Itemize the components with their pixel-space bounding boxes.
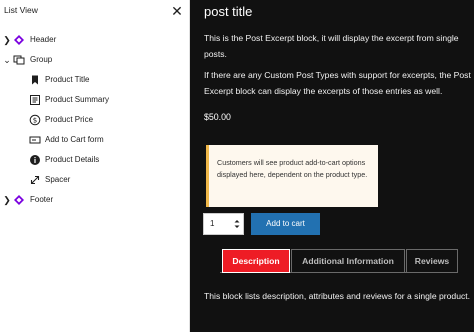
list-item-label: Product Summary — [45, 95, 110, 104]
price-icon: $ — [29, 114, 41, 126]
list-item-label: Footer — [30, 195, 54, 204]
chevron-down-icon[interactable]: ⌄ — [2, 54, 12, 66]
template-part-icon — [14, 35, 24, 45]
close-icon[interactable]: ✕ — [170, 4, 184, 18]
quantity-input[interactable]: 1 — [203, 213, 244, 235]
list-item-spacer[interactable]: Spacer — [0, 170, 186, 190]
product-price: $50.00 — [204, 112, 231, 122]
list-item-label: Add to Cart form — [45, 135, 104, 144]
spacer-icon — [30, 175, 40, 185]
list-item-product-summary[interactable]: Product Summary — [0, 90, 186, 110]
notice-text: Customers will see product add-to-cart o… — [217, 158, 368, 179]
add-to-cart-button[interactable]: Add to cart — [251, 213, 320, 235]
list-item-group[interactable]: ⌄ Group — [0, 50, 186, 70]
tab-description[interactable]: Description — [222, 249, 290, 273]
chevron-right-icon[interactable]: ❯ — [2, 34, 12, 46]
list-view-header: List View ✕ — [0, 0, 190, 22]
bookmark-icon — [32, 75, 38, 85]
add-to-cart-notice: Customers will see product add-to-cart o… — [206, 145, 378, 207]
tab-additional-information[interactable]: Additional Information — [291, 249, 405, 273]
list-item-label: Group — [30, 55, 53, 64]
list-item-label: Spacer — [45, 175, 71, 184]
summary-icon — [30, 95, 40, 105]
editor-canvas: post title This is the Post Excerpt bloc… — [190, 0, 474, 332]
list-item-product-details[interactable]: Product Details — [0, 150, 186, 170]
tab-content: This block lists description, attributes… — [204, 291, 471, 301]
post-excerpt-paragraph[interactable]: If there are any Custom Post Types with … — [204, 68, 472, 99]
cart-form-icon — [29, 136, 41, 144]
svg-text:$: $ — [33, 117, 37, 125]
list-item-label: Product Price — [45, 115, 94, 124]
list-item-label: Header — [30, 35, 57, 44]
list-item-add-to-cart-form[interactable]: Add to Cart form — [0, 130, 186, 150]
post-title[interactable]: post title — [204, 4, 252, 19]
group-icon — [13, 55, 25, 65]
list-item-footer[interactable]: ❯ Footer — [0, 190, 186, 210]
post-excerpt-paragraph[interactable]: This is the Post Excerpt block, it will … — [204, 31, 472, 62]
chevron-right-icon[interactable]: ❯ — [2, 194, 12, 206]
info-icon — [30, 155, 40, 165]
quantity-stepper-icon[interactable] — [233, 217, 241, 231]
list-view-title: List View — [4, 5, 38, 15]
list-item-header[interactable]: ❯ Header — [0, 30, 186, 50]
quantity-value: 1 — [210, 219, 215, 228]
list-item-product-price[interactable]: $ Product Price — [0, 110, 186, 130]
list-item-label: Product Title — [45, 75, 90, 84]
tab-reviews[interactable]: Reviews — [406, 249, 458, 273]
template-part-icon — [14, 195, 24, 205]
list-view-panel: List View ✕ ❯ Header ⌄ Group Product Tit… — [0, 0, 190, 332]
list-item-label: Product Details — [45, 155, 100, 164]
list-item-product-title[interactable]: Product Title — [0, 70, 186, 90]
